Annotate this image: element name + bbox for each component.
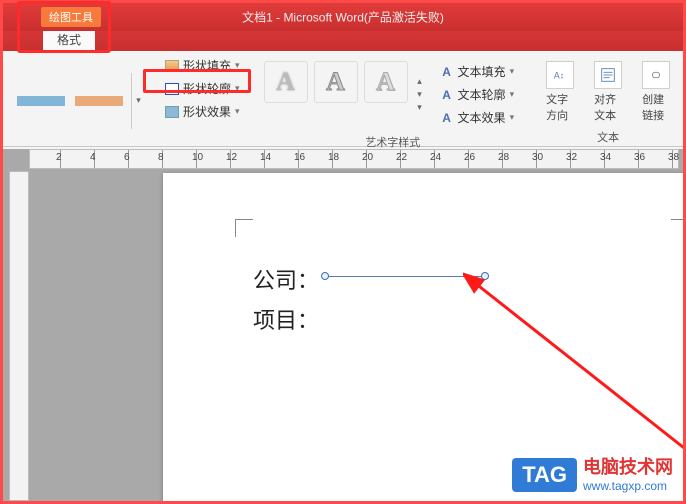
context-tab-drawing-tools: 绘图工具 bbox=[41, 7, 101, 27]
shape-style-preset-2[interactable] bbox=[75, 96, 123, 106]
wordart-preset-3[interactable]: A bbox=[364, 61, 408, 103]
watermark-url: www.tagxp.com bbox=[583, 479, 673, 493]
create-link-button[interactable]: 创建链接 bbox=[634, 57, 678, 127]
svg-text:A↕: A↕ bbox=[554, 71, 565, 81]
align-text-label: 对齐文本 bbox=[594, 91, 622, 123]
shape-style-preset-1[interactable] bbox=[17, 96, 65, 106]
ruler-number: 36 bbox=[634, 152, 645, 163]
ribbon: ▾ 形状填充 ▾ 形状轮廓 ▾ 形状效果 ▾ bbox=[3, 51, 683, 147]
watermark: TAG 电脑技术网 www.tagxp.com bbox=[512, 457, 673, 493]
shape-styles-more-dropdown[interactable]: ▾ bbox=[131, 73, 145, 129]
resize-handle-right[interactable] bbox=[481, 272, 489, 280]
horizontal-ruler[interactable]: 2468101214161820222426283032343638 bbox=[29, 149, 679, 169]
chevron-down-icon: ▾ bbox=[510, 89, 515, 100]
shape-effects-label: 形状效果 bbox=[183, 103, 231, 120]
ruler-number: 12 bbox=[226, 152, 237, 163]
wordart-styles-group: A A A ▴▾▾ A文本填充▾ A文本轮廓▾ A文本效果▾ 艺术字样式 bbox=[254, 51, 533, 146]
ruler-number: 34 bbox=[600, 152, 611, 163]
annotation-arrow bbox=[463, 265, 683, 485]
chevron-down-icon: ▾ bbox=[510, 66, 515, 77]
text-outline-icon: A bbox=[440, 88, 454, 102]
tab-format[interactable]: 格式 bbox=[43, 28, 95, 51]
shape-fill-button[interactable]: 形状填充 ▾ bbox=[159, 55, 246, 76]
ruler-number: 2 bbox=[56, 152, 62, 163]
text-direction-label: 文字方向 bbox=[546, 91, 574, 123]
text-outline-label: 文本轮廓 bbox=[458, 86, 506, 103]
doc-text-company: 公司： bbox=[253, 263, 319, 295]
chevron-down-icon: ▾ bbox=[510, 112, 515, 123]
wordart-text-buttons: A 文本填充 ▾ A 文本轮廓 ▾ A 文本效果 ▾ bbox=[428, 57, 527, 132]
align-text-button[interactable]: 对齐文本 bbox=[586, 57, 630, 127]
ruler-number: 20 bbox=[362, 152, 373, 163]
text-fill-button[interactable]: A 文本填充 ▾ bbox=[436, 61, 519, 82]
chevron-down-icon: ▾ bbox=[235, 106, 240, 117]
ruler-number: 8 bbox=[158, 152, 164, 163]
ruler-number: 14 bbox=[260, 152, 271, 163]
text-group-label: 文本 bbox=[597, 127, 619, 145]
ruler-number: 28 bbox=[498, 152, 509, 163]
shape-fill-label: 形状填充 bbox=[183, 57, 231, 74]
margin-corner-tl bbox=[235, 219, 253, 237]
text-effects-label: 文本效果 bbox=[458, 109, 506, 126]
shape-styles-gallery: ▾ bbox=[3, 51, 151, 146]
wordart-group-label: 艺术字样式 bbox=[365, 132, 420, 150]
watermark-badge: TAG bbox=[512, 458, 577, 492]
ruler-number: 32 bbox=[566, 152, 577, 163]
text-fill-icon: A bbox=[440, 65, 454, 79]
ruler-number: 38 bbox=[668, 152, 679, 163]
text-outline-button[interactable]: A 文本轮廓 ▾ bbox=[436, 84, 519, 105]
margin-corner-tr bbox=[671, 219, 683, 237]
ruler-number: 26 bbox=[464, 152, 475, 163]
wordart-more-dropdown[interactable]: ▴▾▾ bbox=[412, 57, 428, 132]
chevron-down-icon: ▾ bbox=[235, 83, 240, 94]
text-effects-icon: A bbox=[440, 111, 454, 125]
document-area: 2468101214161820222426283032343638 公司： 项… bbox=[3, 149, 683, 501]
ruler-number: 6 bbox=[124, 152, 130, 163]
ruler-number: 30 bbox=[532, 152, 543, 163]
paint-bucket-icon bbox=[165, 60, 179, 72]
selected-line-shape[interactable] bbox=[325, 276, 485, 277]
ruler-number: 24 bbox=[430, 152, 441, 163]
text-effects-button[interactable]: A 文本效果 ▾ bbox=[436, 107, 519, 128]
doc-text-project: 项目： bbox=[253, 303, 319, 335]
window-title: 文档1 - Microsoft Word(产品激活失败) bbox=[242, 9, 444, 26]
effects-icon bbox=[165, 106, 179, 118]
vertical-ruler[interactable] bbox=[9, 171, 29, 501]
pen-outline-icon bbox=[165, 83, 179, 95]
wordart-preset-1[interactable]: A bbox=[264, 61, 308, 103]
text-direction-button[interactable]: A↕ 文字方向 bbox=[538, 57, 582, 127]
shape-style-buttons: 形状填充 ▾ 形状轮廓 ▾ 形状效果 ▾ bbox=[151, 51, 254, 146]
create-link-label: 创建链接 bbox=[642, 91, 670, 123]
resize-handle-left[interactable] bbox=[321, 272, 329, 280]
wordart-preset-2[interactable]: A bbox=[314, 61, 358, 103]
watermark-text: 电脑技术网 bbox=[583, 457, 673, 479]
ruler-number: 22 bbox=[396, 152, 407, 163]
shape-outline-button[interactable]: 形状轮廓 ▾ bbox=[159, 78, 246, 99]
ruler-number: 10 bbox=[192, 152, 203, 163]
text-group: A↕ 文字方向 对齐文本 创建链接 文本 bbox=[532, 51, 684, 146]
shape-outline-label: 形状轮廓 bbox=[183, 80, 231, 97]
ruler-number: 16 bbox=[294, 152, 305, 163]
ruler-number: 4 bbox=[90, 152, 96, 163]
chevron-down-icon: ▾ bbox=[235, 60, 240, 71]
page[interactable]: 公司： 项目： bbox=[163, 173, 683, 501]
text-fill-label: 文本填充 bbox=[458, 63, 506, 80]
ruler-number: 18 bbox=[328, 152, 339, 163]
shape-effects-button[interactable]: 形状效果 ▾ bbox=[159, 101, 246, 122]
